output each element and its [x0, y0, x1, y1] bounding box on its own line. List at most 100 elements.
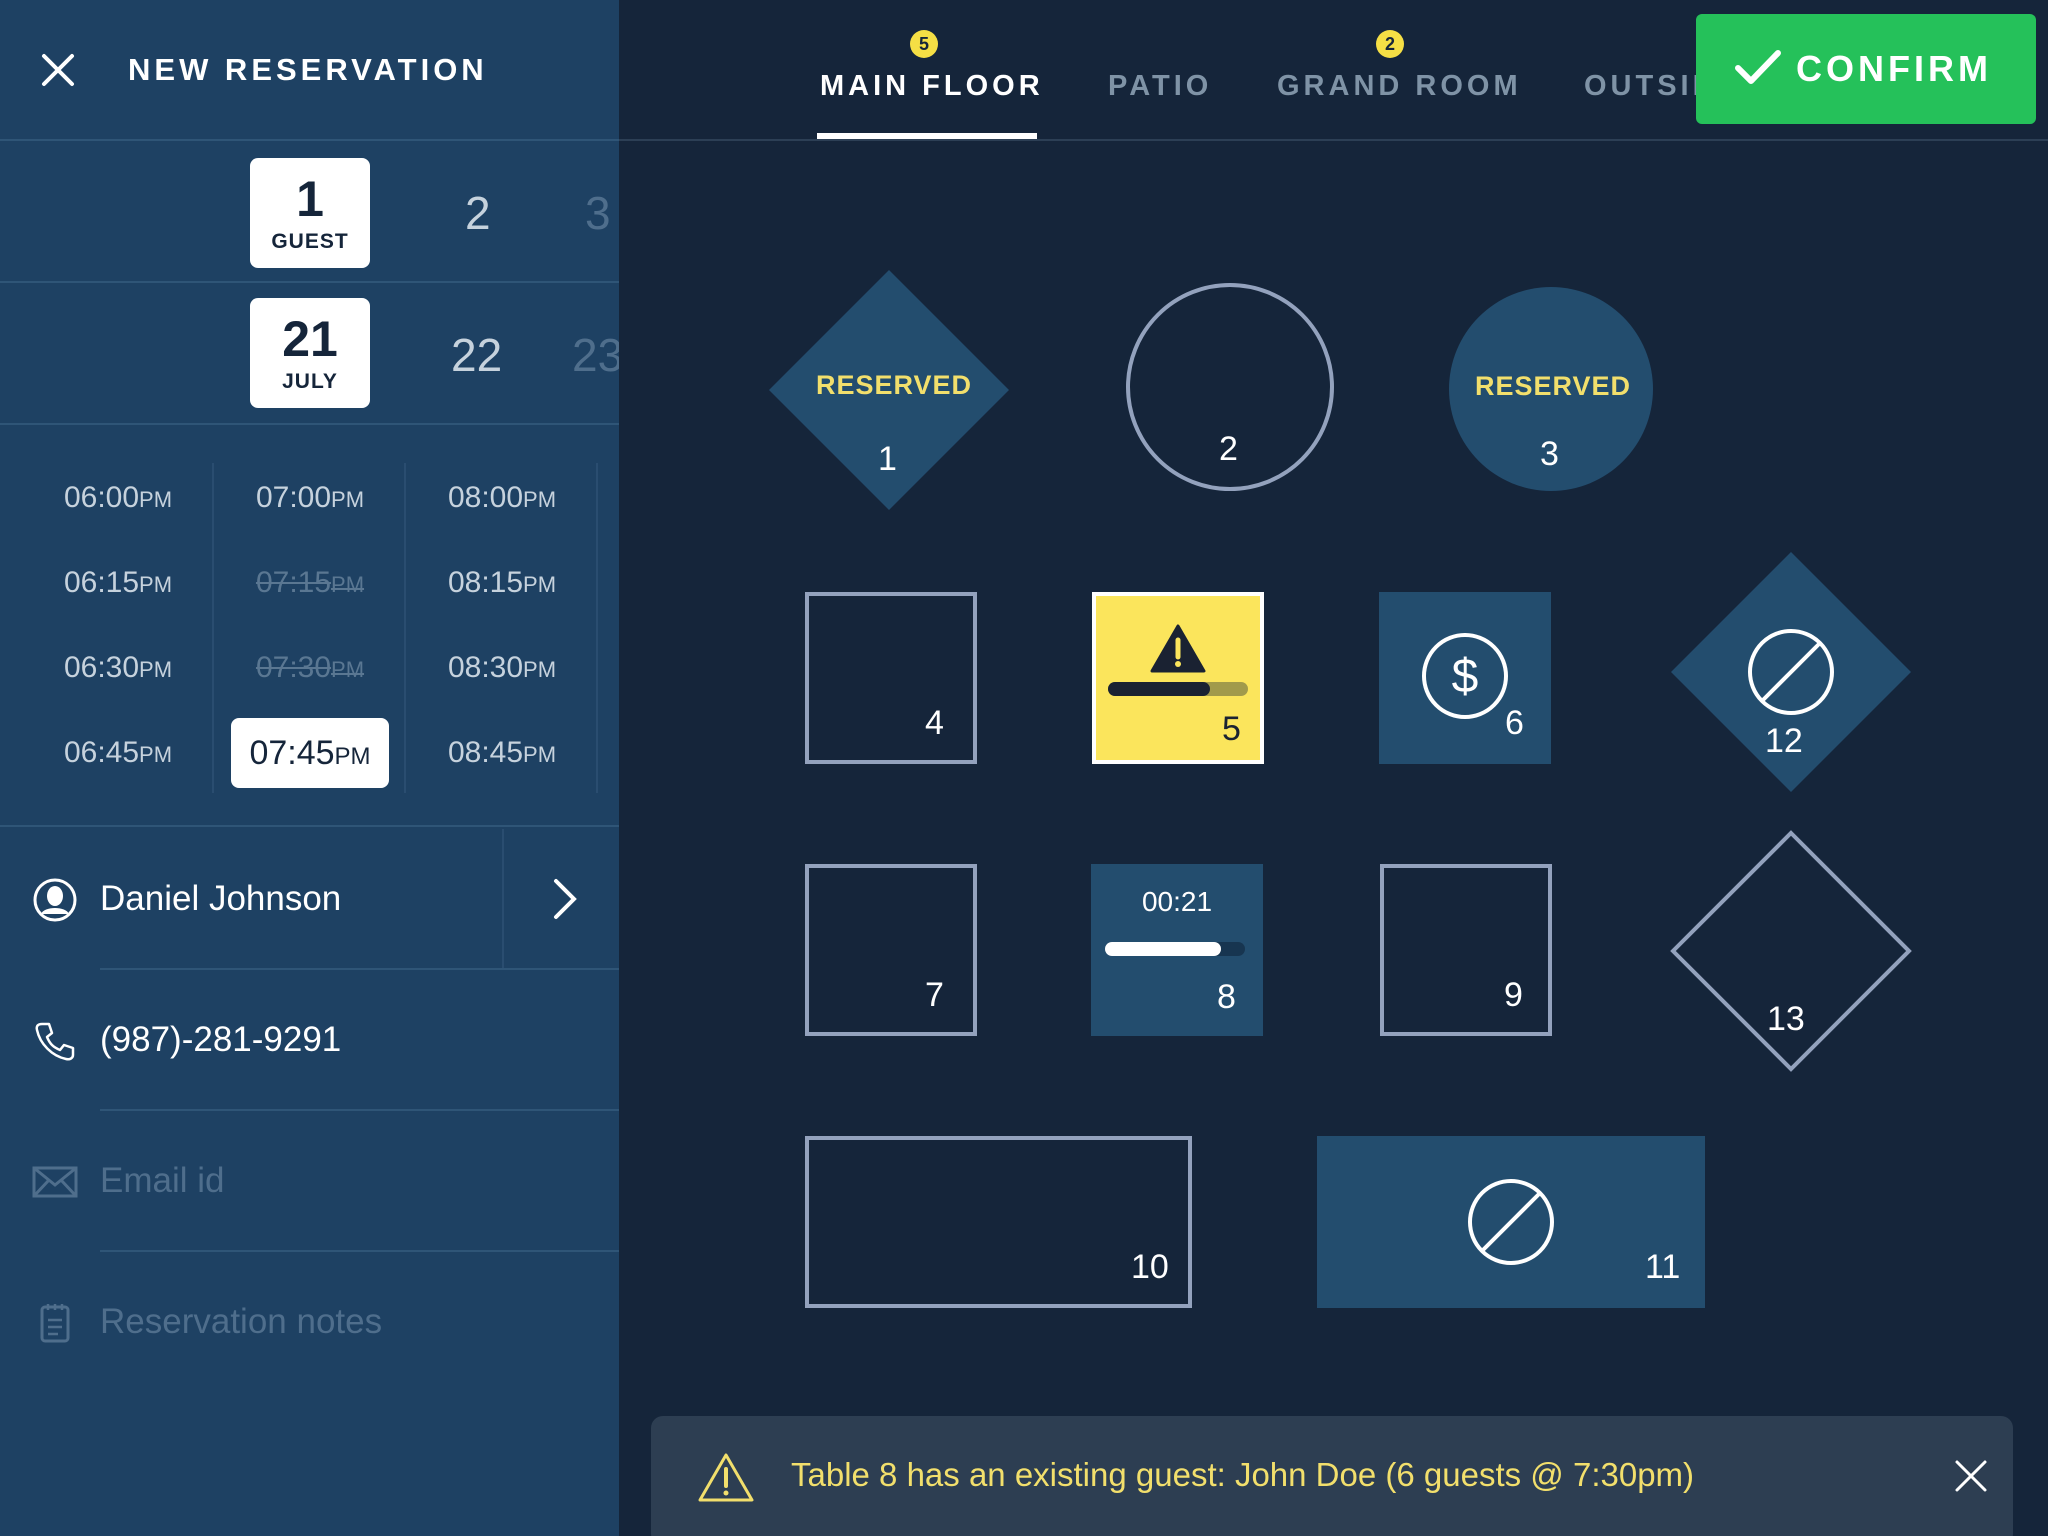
progress-fill: [1108, 682, 1211, 696]
tab-label: PATIO: [1108, 70, 1213, 102]
alert-banner: Table 8 has an existing guest: John Doe …: [651, 1416, 2013, 1536]
confirm-button[interactable]: CONFIRM: [1696, 14, 2036, 124]
table-11[interactable]: 11: [1317, 1136, 1705, 1308]
time-slot[interactable]: 07:00PM: [214, 463, 406, 533]
time-slot[interactable]: 08:45PM: [406, 718, 598, 788]
table-number: 12: [1765, 722, 1803, 760]
seated-timer: 00:21: [1141, 886, 1213, 917]
date-month: JULY: [282, 370, 338, 393]
tab-label: MAIN FLOOR: [820, 70, 1044, 102]
guest-count-selected[interactable]: 1 GUEST: [250, 158, 370, 268]
envelope-icon: [32, 1166, 78, 1198]
guest-count-unit: GUEST: [271, 230, 349, 253]
sidebar-header: NEW RESERVATION: [0, 0, 619, 141]
table-3[interactable]: RESERVED 3: [1449, 287, 1653, 491]
time-slot[interactable]: 06:45PM: [22, 718, 214, 788]
time-slot-selected[interactable]: 07:45PM: [214, 718, 406, 788]
email-placeholder: Email id: [100, 1161, 225, 1200]
warning-icon: [1150, 624, 1206, 673]
progress-track: [1108, 682, 1248, 696]
progress-fill: [1105, 942, 1222, 956]
guest-details-button[interactable]: [502, 829, 619, 970]
time-slot[interactable]: 08:30PM: [406, 633, 598, 703]
time-column: 08:00PM 08:15PM 08:30PM 08:45PM: [406, 463, 598, 793]
phone-icon: [35, 1022, 75, 1061]
table-1[interactable]: RESERVED 1: [769, 270, 1009, 510]
table-7[interactable]: 7: [805, 864, 977, 1036]
email-field[interactable]: Email id: [0, 1111, 619, 1252]
date-option[interactable]: 23: [572, 328, 619, 382]
reservation-sidebar: NEW RESERVATION 1 GUEST 2 3 21 JULY 22 2…: [0, 0, 619, 1536]
guest-count-option[interactable]: 3: [585, 186, 611, 240]
time-slot[interactable]: 06:30PM: [22, 633, 214, 703]
table-number: 8: [1217, 978, 1236, 1016]
progress-track: [1105, 942, 1245, 956]
table-number: 1: [878, 440, 897, 478]
dollar-icon: $: [1422, 633, 1508, 719]
dismiss-alert-button[interactable]: [1951, 1456, 1991, 1496]
table-shape: [805, 592, 977, 764]
date-selected[interactable]: 21 JULY: [250, 298, 370, 408]
guest-name: Daniel Johnson: [100, 879, 342, 918]
tab-patio[interactable]: PATIO: [1108, 0, 1218, 139]
table-number: 13: [1767, 1000, 1805, 1038]
table-8[interactable]: 00:21 8: [1091, 864, 1263, 1036]
close-button[interactable]: [38, 50, 78, 90]
guest-count-value: 1: [296, 171, 324, 227]
checkmark-icon: [1735, 50, 1781, 84]
table-shape: [1380, 864, 1552, 1036]
date-option[interactable]: 22: [451, 328, 502, 382]
notepad-icon: [40, 1304, 70, 1343]
time-column: 06:00PM 06:15PM 06:30PM 06:45PM: [22, 463, 214, 793]
close-icon: [1955, 1460, 1987, 1492]
table-9[interactable]: 9: [1380, 864, 1552, 1036]
table-number: 6: [1505, 704, 1524, 742]
page-title: NEW RESERVATION: [128, 52, 488, 87]
alert-message: Table 8 has an existing guest: John Doe …: [791, 1456, 1695, 1493]
table-number: 10: [1131, 1248, 1169, 1286]
table-10[interactable]: 10: [805, 1136, 1192, 1308]
time-slot[interactable]: 08:00PM: [406, 463, 598, 533]
user-icon: [33, 878, 77, 922]
time-slot-grid: 06:00PM 06:15PM 06:30PM 06:45PM 07:00PM …: [0, 425, 619, 827]
guest-count-option[interactable]: 2: [465, 186, 491, 240]
tab-label: GRAND ROOM: [1277, 70, 1522, 102]
table-number: 9: [1504, 976, 1523, 1014]
guest-count-picker[interactable]: 1 GUEST 2 3: [0, 141, 619, 283]
notes-placeholder: Reservation notes: [100, 1302, 383, 1341]
table-number: 3: [1540, 435, 1559, 473]
tab-count-badge: 2: [1376, 30, 1404, 58]
time-slot-unavailable: 07:15PM: [255, 566, 365, 599]
svg-text:$: $: [1452, 650, 1479, 703]
time-slot-unavailable: 07:30PM: [255, 651, 365, 684]
guest-name-field[interactable]: Daniel Johnson: [0, 829, 619, 970]
close-icon: [42, 54, 74, 86]
time-column: 07:00PM 07:15PM 07:30PM 07:45PM: [214, 463, 406, 793]
time-slot[interactable]: 06:15PM: [22, 548, 214, 618]
table-12[interactable]: 12: [1671, 552, 1911, 792]
active-tab-indicator: [817, 133, 1037, 139]
table-4[interactable]: 4: [805, 592, 977, 764]
phone-number: (987)-281-9291: [100, 1020, 342, 1059]
reserved-label: RESERVED: [1475, 371, 1632, 401]
phone-field[interactable]: (987)-281-9291: [0, 970, 619, 1111]
floor-plan-area: 5 MAIN FLOOR PATIO 2 GRAND ROOM OUTSIDE …: [619, 0, 2048, 1536]
table-number: 7: [925, 976, 944, 1014]
chevron-right-icon: [554, 879, 577, 919]
table-shape: [805, 864, 977, 1036]
tab-grand-room[interactable]: 2 GRAND ROOM: [1277, 0, 1518, 139]
time-slot[interactable]: 08:15PM: [406, 548, 598, 618]
table-13[interactable]: 13: [1670, 830, 1912, 1072]
date-day: 21: [282, 311, 338, 367]
table-number: 5: [1222, 710, 1241, 748]
table-6[interactable]: $ 6: [1379, 592, 1551, 764]
reserved-label: RESERVED: [816, 370, 973, 400]
tab-count-badge: 5: [910, 30, 938, 58]
confirm-label: CONFIRM: [1796, 48, 1992, 89]
time-slot[interactable]: 06:00PM: [22, 463, 214, 533]
notes-field[interactable]: Reservation notes: [0, 1252, 619, 1393]
tab-main-floor[interactable]: 5 MAIN FLOOR: [817, 0, 1040, 139]
table-2[interactable]: 2: [1125, 282, 1335, 492]
table-5[interactable]: 5: [1092, 592, 1264, 764]
date-picker[interactable]: 21 JULY 22 23: [0, 283, 619, 425]
